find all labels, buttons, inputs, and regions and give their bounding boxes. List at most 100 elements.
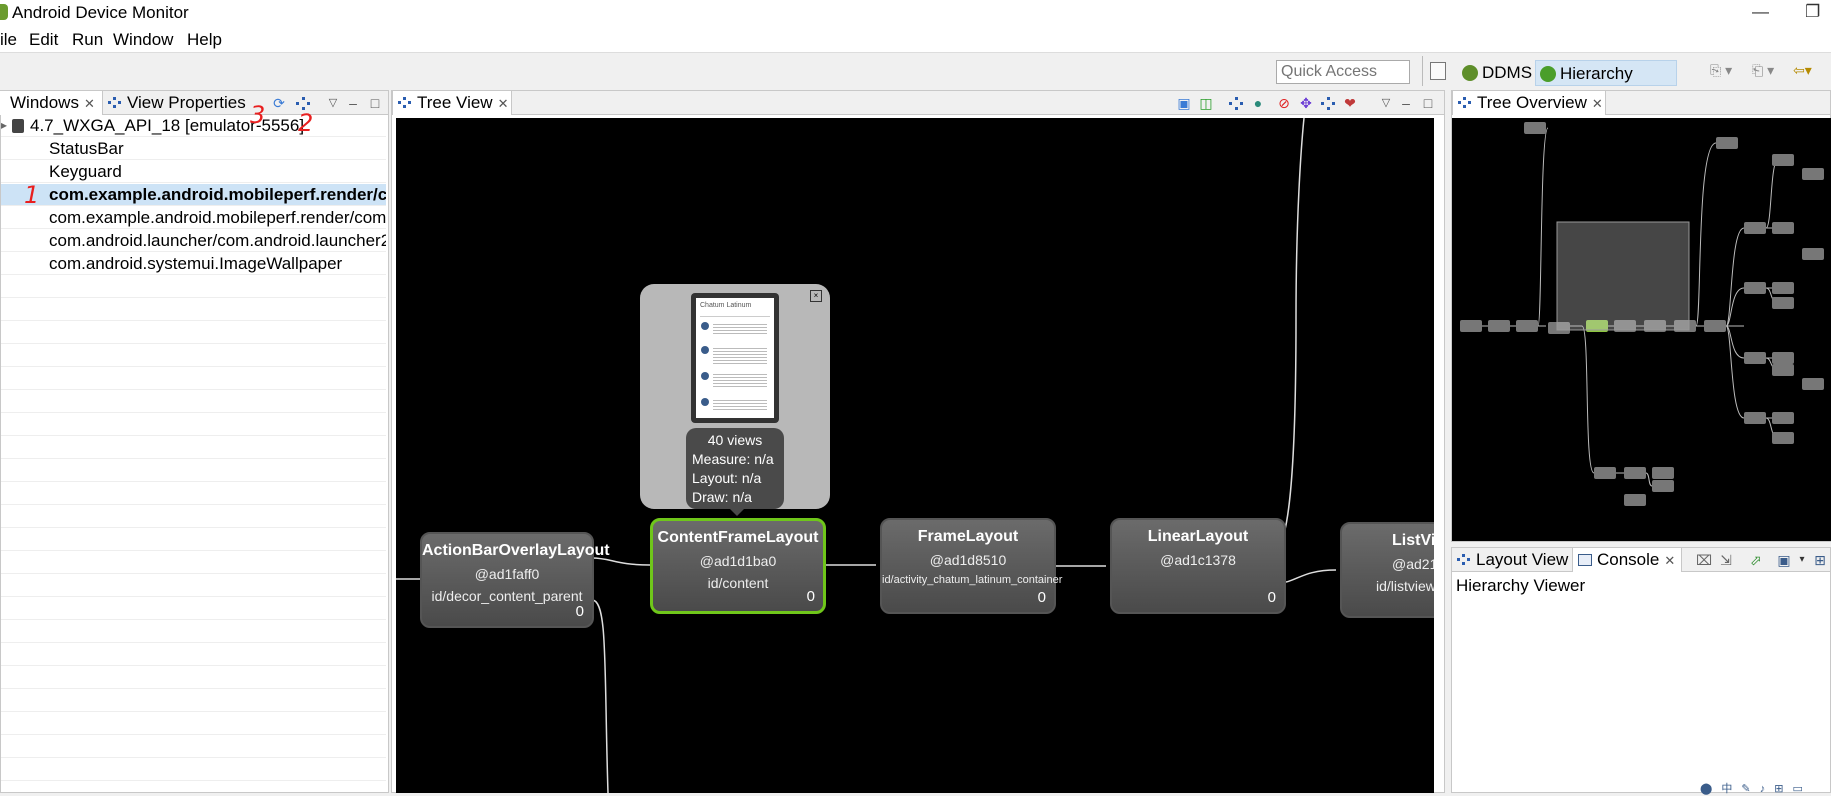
- node-id: id/activity_chatum_latinum_container: [882, 574, 1063, 586]
- tree-node[interactable]: ListView @ad21f id/listview_: [1340, 522, 1434, 618]
- perspective-ddms[interactable]: DDMS: [1458, 60, 1536, 86]
- annotation-4: 4: [1020, 118, 1035, 124]
- tree-node[interactable]: FrameLayout @ad1d8510 id/activity_chatum…: [880, 518, 1063, 614]
- quick-access-input[interactable]: [1276, 60, 1410, 84]
- windows-pane: Windows ✕ View Properties ⟳ ▽ – □ ▸ 4.7_W…: [0, 90, 389, 793]
- save-png-icon[interactable]: ▣: [1176, 95, 1192, 111]
- invalidate-icon[interactable]: ⊘: [1276, 95, 1292, 111]
- node-hash: @ad1d1ba0: [699, 553, 777, 569]
- stats-draw: Draw: n/a: [692, 489, 752, 505]
- load-hierarchy-icon[interactable]: [1228, 95, 1244, 111]
- screenshot-message: [713, 322, 767, 336]
- empty-row: [1, 667, 386, 689]
- pin-console-icon[interactable]: ⬀: [1748, 552, 1764, 568]
- capture-icon[interactable]: ⎗ ▾: [1752, 62, 1774, 79]
- tab-layout-view[interactable]: Layout View: [1452, 548, 1572, 572]
- menu-edit[interactable]: Edit: [29, 30, 58, 50]
- tree-overview-tab-icon: [1458, 97, 1471, 108]
- tab-console-label: Console: [1597, 550, 1660, 569]
- tab-windows[interactable]: Windows ✕: [0, 91, 103, 115]
- view-menu-icon[interactable]: ▽: [1378, 95, 1394, 111]
- refresh-icon[interactable]: ⟳: [271, 95, 287, 111]
- restore-button[interactable]: ❐: [1805, 2, 1820, 22]
- menu-run[interactable]: Run: [72, 30, 103, 50]
- screenshot-avatar: [701, 398, 709, 406]
- window-row-selected[interactable]: com.example.android.mobileperf.render/co…: [1, 184, 386, 206]
- menu-file[interactable]: ile: [0, 30, 17, 50]
- minimize-pane-icon[interactable]: –: [345, 95, 361, 111]
- tree-view-tabbar: Tree View ✕ ▣ ◫ ● ⊘ ✥ ❤ ▽ – □: [392, 91, 1444, 115]
- empty-row: [1, 414, 386, 436]
- screenshot-message: [713, 372, 767, 388]
- screenshot-screen: Chatum Latinum: [696, 298, 774, 418]
- empty-row: [1, 483, 386, 505]
- node-child-count: 0: [1037, 589, 1046, 606]
- minimize-button[interactable]: —: [1752, 2, 1769, 22]
- screenshot-divider: [700, 316, 770, 317]
- perspective-hierarchy-view[interactable]: Hierarchy View: [1535, 60, 1677, 109]
- view-menu-icon[interactable]: ▽: [325, 95, 341, 111]
- window-row[interactable]: StatusBar: [1, 138, 386, 160]
- tray-icons: ⬤ 中 ✎ ♪ ⊞ ▭: [1700, 783, 1806, 795]
- tab-view-properties[interactable]: View Properties: [103, 91, 253, 115]
- back-icon[interactable]: ⇦▾: [1793, 62, 1812, 79]
- screenshot-message: [713, 398, 767, 412]
- window-row-label: com.android.systemui.ImageWallpaper: [49, 254, 343, 273]
- console-dropdown-icon[interactable]: ▾: [1794, 552, 1810, 568]
- device-row[interactable]: ▸ 4.7_WXGA_API_18 [emulator-5556]: [1, 115, 386, 137]
- capture-layers-icon[interactable]: ◫: [1198, 95, 1214, 111]
- node-child-count: 0: [575, 603, 584, 620]
- tree-node[interactable]: LinearLayout @ad1c1378 0: [1110, 518, 1286, 614]
- tab-view-properties-label: View Properties: [127, 93, 246, 112]
- window-row[interactable]: com.android.systemui.ImageWallpaper: [1, 253, 386, 275]
- close-icon[interactable]: ✕: [1592, 96, 1603, 111]
- tab-tree-view[interactable]: Tree View ✕: [392, 91, 512, 115]
- tab-console[interactable]: Console ✕: [1572, 548, 1682, 572]
- empty-row: [1, 391, 386, 413]
- dump-icon[interactable]: ⎘ ▾: [1710, 62, 1732, 79]
- menu-window[interactable]: Window: [113, 30, 173, 50]
- tab-tree-overview[interactable]: Tree Overview ✕: [1452, 91, 1606, 115]
- maximize-pane-icon[interactable]: □: [1420, 95, 1436, 111]
- node-class-name: ListView: [1392, 532, 1434, 549]
- scroll-lock-icon[interactable]: ⇲: [1718, 552, 1734, 568]
- menu-help[interactable]: Help: [187, 30, 222, 50]
- node-class-name: FrameLayout: [917, 528, 1019, 545]
- clear-console-icon[interactable]: ⌧: [1696, 552, 1712, 568]
- toolbar-separator: [1422, 56, 1423, 86]
- node-stats-tooltip: 40 views Measure: n/a Layout: n/a Draw: …: [686, 428, 784, 509]
- dump-displaylist-icon[interactable]: [1320, 95, 1336, 111]
- screenshot-avatar: [701, 322, 709, 330]
- empty-row: [1, 529, 386, 551]
- preview-close-icon[interactable]: ×: [810, 290, 822, 302]
- tree-node-selected[interactable]: ContentFrameLayout @ad1d1ba0 id/content …: [650, 518, 826, 614]
- windows-pane-tabbar: Windows ✕ View Properties ⟳ ▽ – □: [0, 91, 388, 115]
- display-view-icon[interactable]: ●: [1250, 95, 1266, 111]
- ddms-icon: [1462, 65, 1478, 81]
- tree-overview-canvas[interactable]: [1452, 118, 1831, 541]
- tree-canvas[interactable]: × Chatum Latinum 40 views Measure: n/a L…: [396, 118, 1434, 793]
- request-layout-icon[interactable]: ✥: [1298, 95, 1314, 111]
- profile-nodes-icon[interactable]: ❤: [1342, 95, 1358, 111]
- tree-node[interactable]: ActionBarOverlayLayout @ad1faff0 id/deco…: [420, 532, 610, 628]
- new-console-icon[interactable]: ⊞: [1812, 552, 1828, 568]
- window-row[interactable]: com.android.launcher/com.android.launche…: [1, 230, 386, 252]
- display-console-icon[interactable]: ▣: [1776, 552, 1792, 568]
- app-icon: [0, 4, 8, 20]
- maximize-pane-icon[interactable]: □: [367, 95, 383, 111]
- open-perspective-icon[interactable]: [1430, 62, 1446, 80]
- empty-row: [1, 736, 386, 758]
- tooltip-pointer: [730, 509, 744, 516]
- close-icon[interactable]: ✕: [84, 96, 95, 111]
- minimize-pane-icon[interactable]: –: [1398, 95, 1414, 111]
- window-row-label: Keyguard: [49, 162, 122, 181]
- window-row[interactable]: Keyguard: [1, 161, 386, 183]
- properties-tab-icon: [108, 97, 121, 108]
- close-icon[interactable]: ✕: [498, 96, 509, 111]
- window-row[interactable]: com.example.android.mobileperf.render/co…: [1, 207, 386, 229]
- empty-row: [1, 552, 386, 574]
- close-icon[interactable]: ✕: [1664, 553, 1675, 568]
- collapse-icon[interactable]: ▸: [1, 115, 7, 136]
- tab-windows-label: Windows: [10, 93, 79, 112]
- perspective-ddms-label: DDMS: [1482, 63, 1533, 82]
